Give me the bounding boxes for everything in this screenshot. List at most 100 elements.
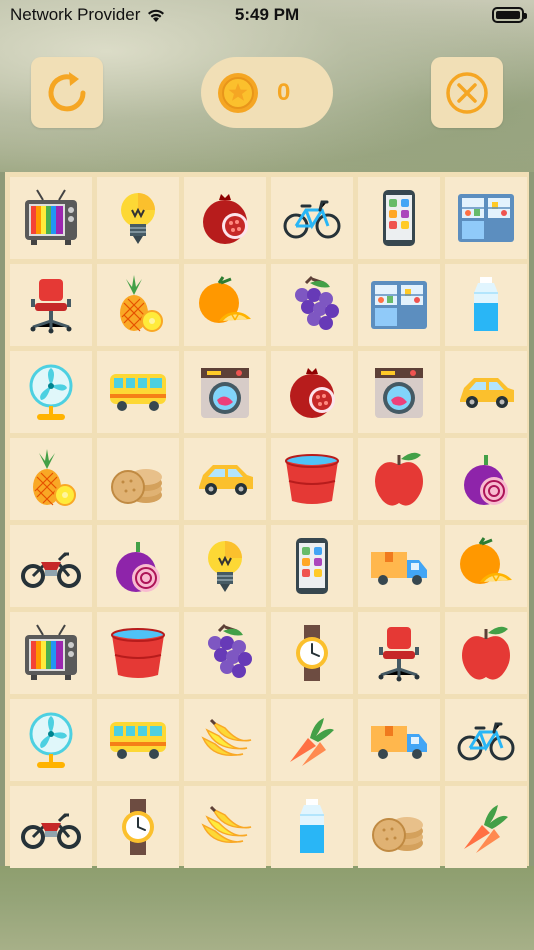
tile-wristwatch[interactable]	[271, 612, 353, 694]
tile-cookies[interactable]	[358, 786, 440, 868]
delivery-truck-icon	[371, 552, 427, 585]
tile-bicycle[interactable]	[271, 177, 353, 259]
refrigerator-icon	[458, 194, 514, 242]
tile-bus[interactable]	[97, 351, 179, 433]
apple-icon	[375, 452, 423, 506]
water-bottle-icon	[474, 277, 498, 331]
tile-wristwatch[interactable]	[97, 786, 179, 868]
tv-icon	[25, 624, 77, 680]
car-icon	[460, 378, 514, 408]
close-icon	[446, 71, 488, 114]
carrot-icon	[464, 805, 508, 853]
tile-office-chair[interactable]	[10, 264, 92, 346]
apple-icon	[462, 626, 510, 680]
tile-banana[interactable]	[184, 786, 266, 868]
tile-car[interactable]	[445, 351, 527, 433]
tile-orange[interactable]	[184, 264, 266, 346]
light-bulb-icon	[121, 193, 155, 244]
fan-icon	[29, 712, 73, 768]
tile-carrot[interactable]	[445, 786, 527, 868]
refrigerator-icon	[371, 281, 427, 329]
tile-grapes[interactable]	[184, 612, 266, 694]
carrot-icon	[290, 718, 334, 766]
onion-icon	[116, 542, 160, 592]
pomegranate-icon	[203, 194, 248, 244]
tile-motorcycle[interactable]	[10, 525, 92, 607]
bus-icon	[110, 374, 166, 411]
tile-delivery-truck[interactable]	[358, 699, 440, 781]
motorcycle-icon	[21, 813, 81, 849]
tile-washing-machine[interactable]	[358, 351, 440, 433]
tile-apple[interactable]	[445, 612, 527, 694]
tile-cookies[interactable]	[97, 438, 179, 520]
tile-pomegranate[interactable]	[184, 177, 266, 259]
battery-icon	[492, 7, 527, 23]
pineapple-icon	[33, 449, 76, 506]
grapes-icon	[295, 275, 339, 330]
clock: 5:49 PM	[234, 5, 300, 24]
washing-machine-icon	[375, 368, 423, 418]
tile-grapes[interactable]	[271, 264, 353, 346]
water-bottle-icon	[300, 799, 324, 853]
tile-fan[interactable]	[10, 699, 92, 781]
tile-tv[interactable]	[10, 177, 92, 259]
tile-bucket[interactable]	[271, 438, 353, 520]
smartphone-icon	[296, 538, 328, 594]
pineapple-icon	[120, 275, 163, 332]
onion-icon	[464, 455, 508, 505]
office-chair-icon	[378, 627, 420, 682]
tile-pineapple[interactable]	[10, 438, 92, 520]
wristwatch-icon	[296, 625, 328, 681]
tile-onion[interactable]	[445, 438, 527, 520]
tile-delivery-truck[interactable]	[358, 525, 440, 607]
tile-bicycle[interactable]	[445, 699, 527, 781]
cookies-icon	[372, 817, 423, 852]
tile-light-bulb[interactable]	[97, 177, 179, 259]
tile-light-bulb[interactable]	[184, 525, 266, 607]
tile-banana[interactable]	[184, 699, 266, 781]
orange-icon	[199, 276, 251, 323]
tile-bucket[interactable]	[97, 612, 179, 694]
bus-icon	[110, 722, 166, 759]
wristwatch-icon	[122, 799, 154, 855]
grapes-icon	[208, 623, 252, 678]
tile-motorcycle[interactable]	[10, 786, 92, 868]
light-bulb-icon	[208, 541, 242, 592]
washing-machine-icon	[201, 368, 249, 418]
orange-icon	[460, 537, 512, 584]
smartphone-icon	[383, 190, 415, 246]
delivery-truck-icon	[371, 726, 427, 759]
tile-onion[interactable]	[97, 525, 179, 607]
tile-car[interactable]	[184, 438, 266, 520]
tile-refrigerator[interactable]	[445, 177, 527, 259]
tile-smartphone[interactable]	[358, 177, 440, 259]
tile-tv[interactable]	[10, 612, 92, 694]
pomegranate-icon	[290, 368, 335, 418]
tile-pineapple[interactable]	[97, 264, 179, 346]
tile-washing-machine[interactable]	[184, 351, 266, 433]
banana-icon	[201, 718, 252, 756]
cookies-icon	[111, 469, 162, 504]
tile-water-bottle[interactable]	[445, 264, 527, 346]
tile-orange[interactable]	[445, 525, 527, 607]
restart-button[interactable]	[31, 57, 103, 128]
restart-icon	[48, 71, 86, 111]
tile-refrigerator[interactable]	[358, 264, 440, 346]
tile-fan[interactable]	[10, 351, 92, 433]
close-button[interactable]	[431, 57, 503, 128]
coin-count: 0	[277, 78, 291, 106]
banana-icon	[201, 805, 252, 843]
tile-smartphone[interactable]	[271, 525, 353, 607]
tile-office-chair[interactable]	[358, 612, 440, 694]
motorcycle-icon	[21, 552, 81, 588]
tile-carrot[interactable]	[271, 699, 353, 781]
tile-pomegranate[interactable]	[271, 351, 353, 433]
tile-bus[interactable]	[97, 699, 179, 781]
tile-apple[interactable]	[358, 438, 440, 520]
coin-icon	[218, 72, 258, 113]
tile-board	[5, 172, 529, 868]
bicycle-icon	[457, 722, 515, 761]
status-bar: Network Provider 5:49 PM	[0, 0, 534, 32]
tile-water-bottle[interactable]	[271, 786, 353, 868]
bicycle-icon	[283, 200, 341, 239]
